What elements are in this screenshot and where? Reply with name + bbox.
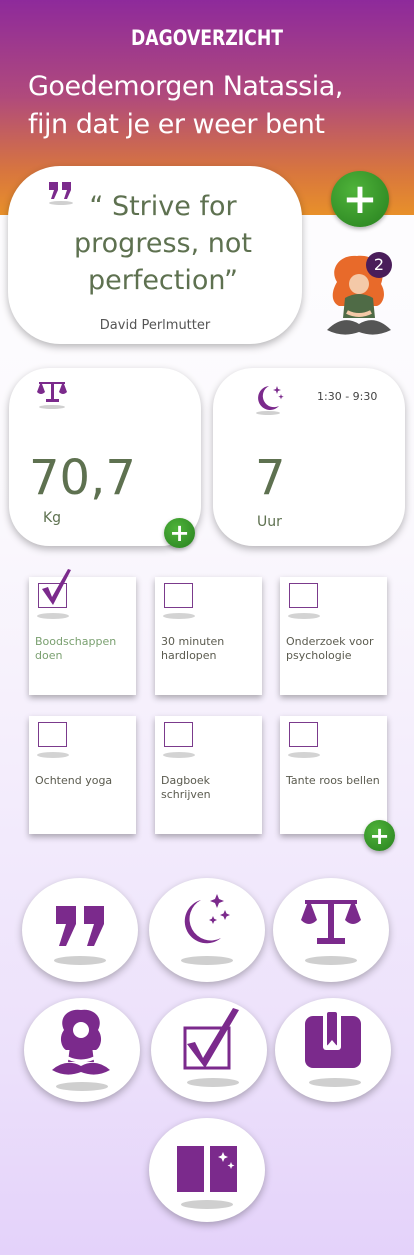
checkbox[interactable] (38, 722, 67, 747)
nav-quotes-button[interactable] (22, 878, 138, 982)
icon-shadow (305, 956, 357, 965)
weight-unit: Kg (43, 510, 62, 526)
task-label: Ochtend yoga (35, 774, 113, 787)
nav-yoga-button[interactable] (24, 998, 140, 1102)
moon-icon (256, 386, 284, 415)
notification-badge[interactable]: 2 (366, 252, 392, 278)
checkbox-shadow (288, 613, 320, 619)
plus-icon: + (342, 174, 378, 223)
checkbox[interactable] (289, 583, 318, 608)
sleep-time-range: 1:30 - 9:30 (317, 390, 378, 403)
sleep-value: 7 (255, 450, 286, 506)
checkbox[interactable] (164, 722, 193, 747)
checkbox-shadow (37, 752, 69, 758)
icon-shadow (181, 1200, 233, 1209)
task-item[interactable]: Dagboek schrijven (155, 716, 262, 834)
task-item[interactable]: Boodschappen doen (29, 569, 136, 695)
checkbox-shadow (163, 752, 195, 758)
plus-icon: + (169, 519, 190, 547)
checkbox[interactable] (289, 722, 318, 747)
nav-sleep-button[interactable] (149, 878, 265, 982)
nav-journal-button[interactable] (275, 998, 391, 1102)
add-task-button[interactable]: + (364, 820, 395, 851)
icon-shadow (187, 1078, 239, 1087)
weight-value: 70,7 (29, 450, 136, 506)
task-label: Onderzoek voor psychologie (286, 635, 374, 662)
greeting-line-2: fijn dat je er weer bent (28, 109, 325, 140)
add-weight-button[interactable]: + (164, 518, 195, 548)
yoga-icon (52, 1009, 110, 1075)
icon-shadow (56, 1082, 108, 1091)
task-item[interactable]: Ochtend yoga (29, 716, 136, 834)
journal-icon (305, 1010, 361, 1068)
page-title: DAGOVERZICHT (131, 26, 283, 50)
quote-card[interactable]: “ Strive for progress, not perfection” D… (8, 166, 302, 344)
checkbox[interactable] (164, 583, 193, 608)
task-item[interactable]: Onderzoek voor psychologie (280, 577, 387, 695)
task-label: Dagboek schrijven (161, 774, 211, 801)
add-quote-button[interactable]: + (331, 171, 389, 227)
plus-icon: + (369, 821, 390, 850)
scale-icon (301, 900, 361, 944)
icon-shadow (181, 956, 233, 965)
icon-shadow (309, 1078, 361, 1087)
quote-icon (56, 906, 104, 946)
checkbox-shadow (163, 613, 195, 619)
task-label: Tante roos bellen (286, 774, 380, 787)
task-label: Boodschappen doen (35, 635, 117, 662)
checkbox-icon (183, 1008, 239, 1070)
quote-text: “ Strive for progress, not perfection” (74, 191, 252, 296)
icon-shadow (54, 956, 106, 965)
task-item[interactable]: 30 minuten hardlopen (155, 577, 262, 695)
moon-icon (184, 894, 230, 944)
task-item[interactable]: Tante roos bellen (280, 716, 387, 834)
checkbox-shadow (288, 752, 320, 758)
checkbox-shadow (37, 613, 69, 619)
book-icon (177, 1146, 237, 1194)
checkmark-icon (42, 569, 71, 605)
greeting-line-1: Goedemorgen Natassia, (28, 71, 343, 102)
task-label: 30 minuten hardlopen (161, 635, 225, 662)
greeting: Goedemorgen Natassia, fijn dat je er wee… (28, 68, 408, 144)
nav-diary-button[interactable] (149, 1118, 265, 1222)
nav-weight-button[interactable] (273, 878, 389, 982)
sleep-unit: Uur (257, 514, 282, 530)
sleep-card[interactable]: 1:30 - 9:30 7 Uur (213, 368, 405, 546)
quote-author: David Perlmutter (99, 318, 211, 333)
scale-icon (37, 382, 67, 409)
nav-tasks-button[interactable] (151, 998, 267, 1102)
